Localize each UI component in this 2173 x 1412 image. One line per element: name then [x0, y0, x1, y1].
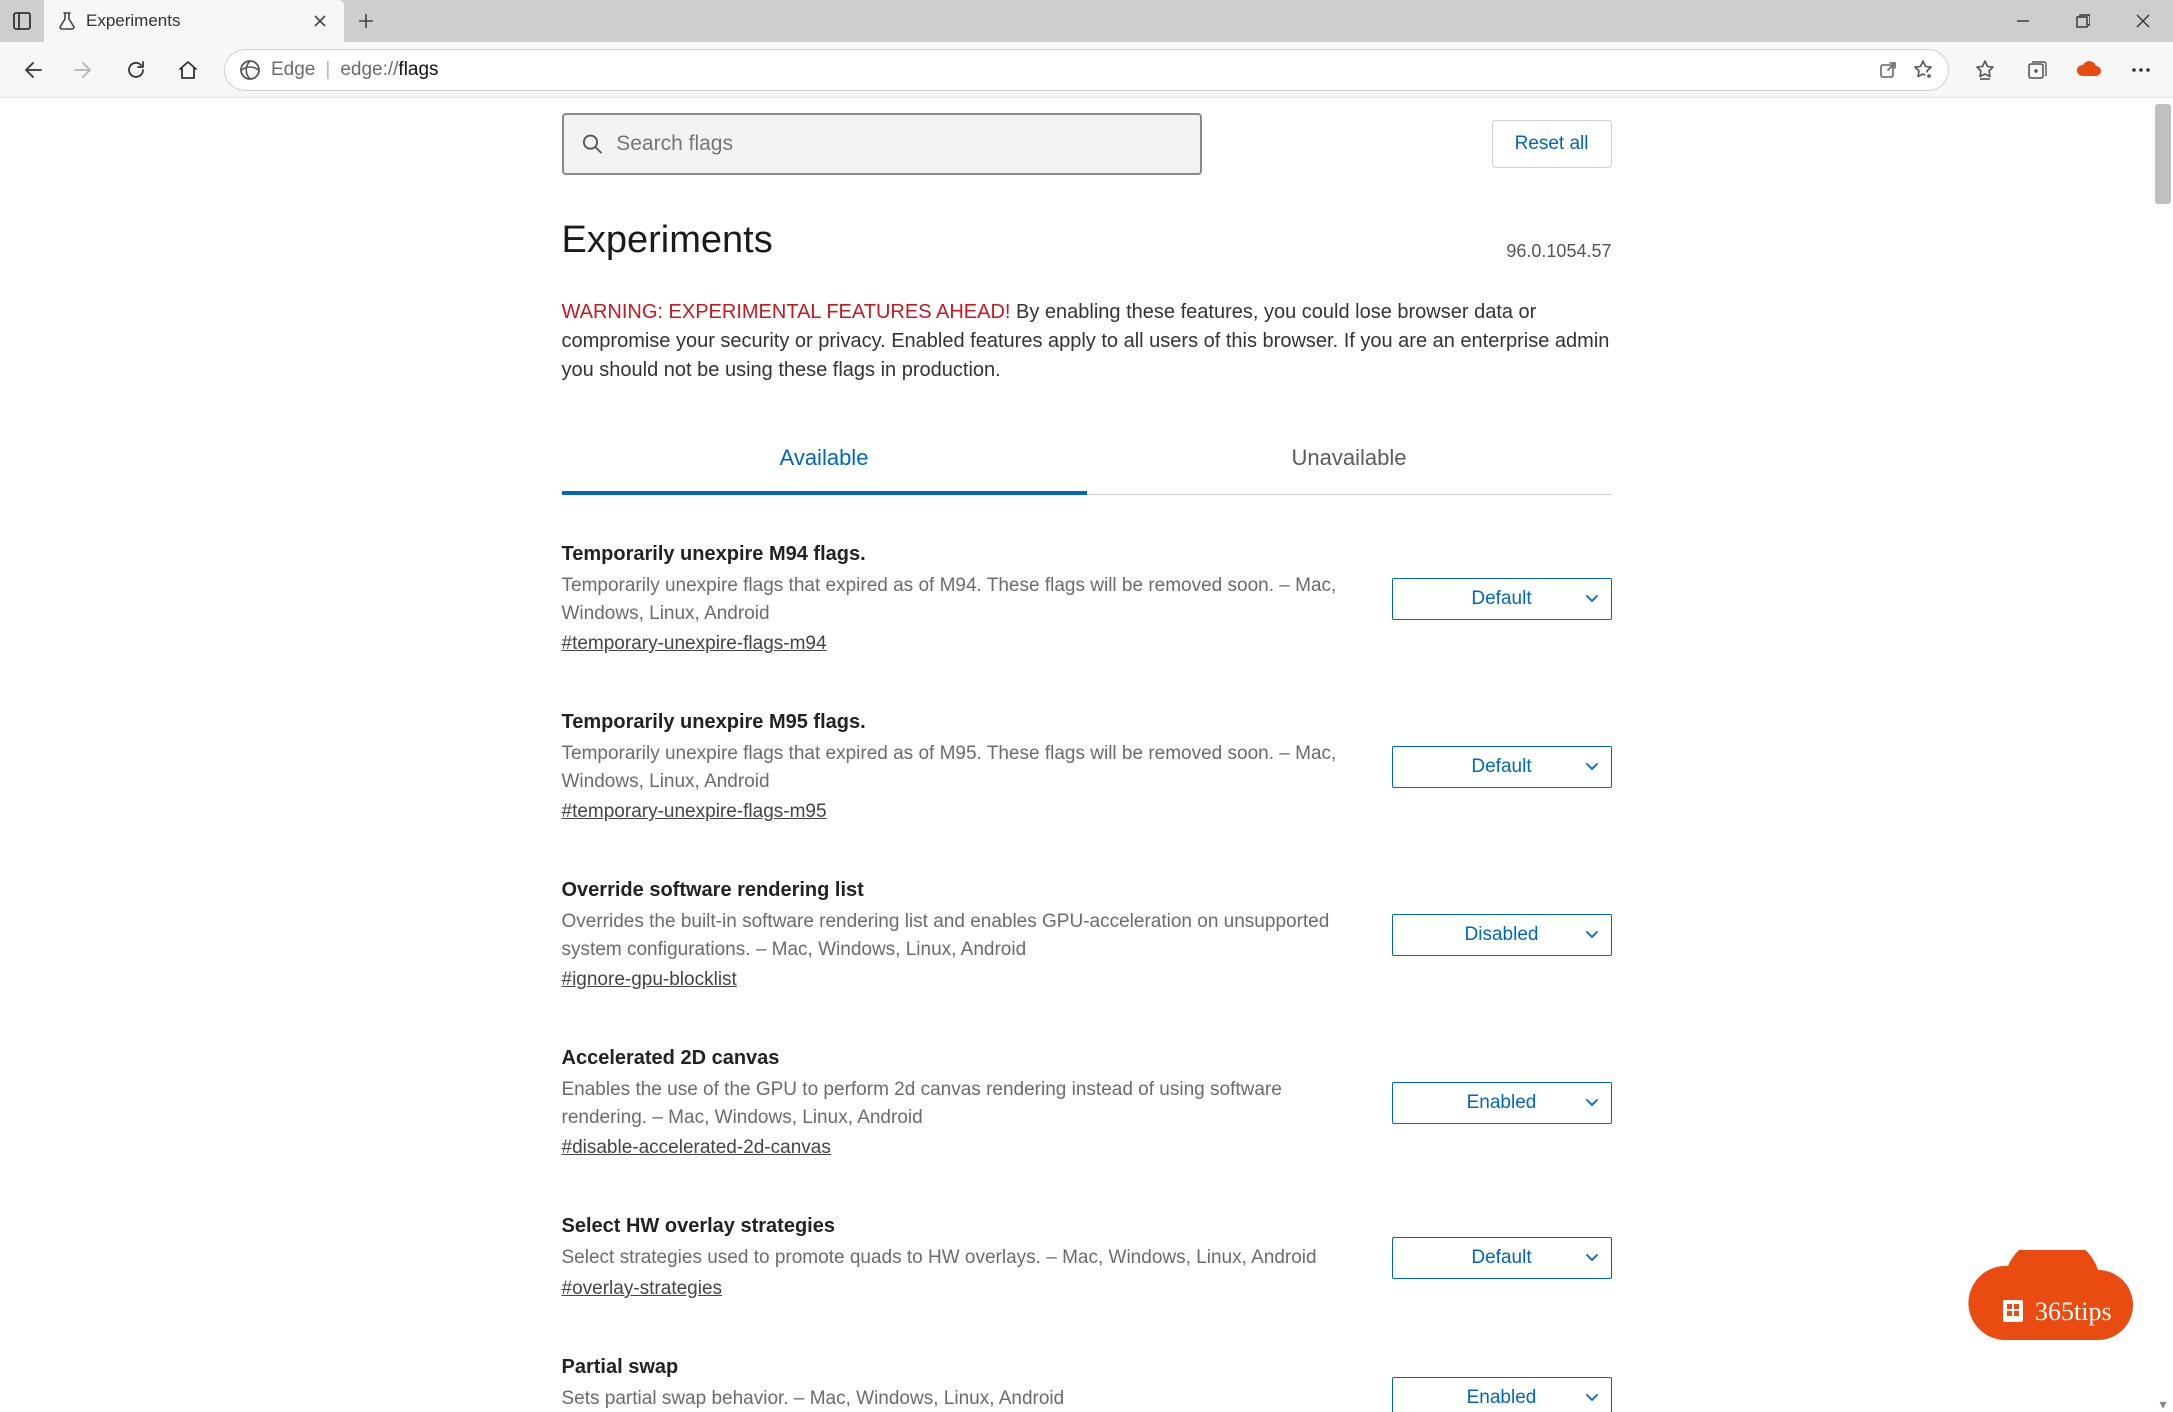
browser-toolbar: Edge|edge://flags	[0, 42, 2173, 98]
favorites-button[interactable]	[1961, 46, 2009, 94]
new-tab-button[interactable]	[344, 0, 388, 42]
close-icon	[2136, 14, 2150, 28]
flag-anchor-link[interactable]: #temporary-unexpire-flags-m95	[562, 801, 827, 822]
address-text: Edge|edge://flags	[271, 59, 439, 81]
browser-tab[interactable]: Experiments	[44, 0, 344, 42]
flag-title: Temporarily unexpire M95 flags.	[562, 711, 1368, 734]
collections-icon	[2026, 59, 2048, 81]
chevron-down-icon	[1585, 1253, 1599, 1263]
flag-row: Accelerated 2D canvas Enables the use of…	[562, 1047, 1612, 1159]
flags-list: Temporarily unexpire M94 flags. Temporar…	[562, 543, 1612, 1412]
flag-title: Temporarily unexpire M94 flags.	[562, 543, 1368, 566]
window-titlebar: Experiments	[0, 0, 2173, 42]
flag-select-value: Enabled	[1467, 1387, 1537, 1409]
maximize-button[interactable]	[2053, 0, 2113, 42]
flag-title: Select HW overlay strategies	[562, 1215, 1368, 1238]
flag-select-value: Default	[1471, 588, 1531, 610]
flag-row: Override software rendering list Overrid…	[562, 879, 1612, 991]
forward-button[interactable]	[60, 46, 108, 94]
flag-select-value: Default	[1471, 756, 1531, 778]
arrow-left-icon	[21, 59, 43, 81]
flag-anchor-link[interactable]: #ignore-gpu-blocklist	[562, 969, 737, 990]
star-plus-icon	[1912, 59, 1934, 81]
flag-description: Select strategies used to promote quads …	[562, 1244, 1368, 1272]
tab-actions-icon	[13, 12, 31, 30]
tab-strip: Available Unavailable	[562, 427, 1612, 495]
flag-title: Partial swap	[562, 1356, 1368, 1379]
search-input[interactable]	[616, 132, 1181, 156]
scroll-down-button[interactable]: ▾	[2155, 1396, 2171, 1412]
tab-actions-button[interactable]	[0, 0, 44, 42]
reset-all-button[interactable]: Reset all	[1492, 120, 1612, 168]
scrollbar-thumb[interactable]	[2155, 104, 2171, 204]
add-favorite-button[interactable]	[1912, 59, 1934, 81]
flag-select[interactable]: Default	[1392, 578, 1612, 620]
flag-select[interactable]: Enabled	[1392, 1082, 1612, 1124]
flag-select[interactable]: Enabled	[1392, 1377, 1612, 1412]
search-icon	[582, 133, 603, 155]
plus-icon	[359, 14, 373, 28]
collections-button[interactable]	[2013, 46, 2061, 94]
menu-button[interactable]	[2117, 46, 2165, 94]
watermark-badge: 365tips	[1963, 1250, 2133, 1362]
star-lines-icon	[1974, 59, 1996, 81]
flag-select[interactable]: Disabled	[1392, 914, 1612, 956]
chevron-down-icon	[1585, 1098, 1599, 1108]
flag-row: Partial swap Sets partial swap behavior.…	[562, 1356, 1612, 1412]
chevron-down-icon	[1585, 762, 1599, 772]
badge-text: 365tips	[2035, 1297, 2112, 1326]
page-title: Experiments	[562, 219, 773, 262]
flag-title: Override software rendering list	[562, 879, 1368, 902]
flag-description: Sets partial swap behavior. – Mac, Windo…	[562, 1385, 1368, 1412]
flag-select-value: Default	[1471, 1247, 1531, 1269]
minimize-button[interactable]	[1993, 0, 2053, 42]
flag-anchor-link[interactable]: #temporary-unexpire-flags-m94	[562, 633, 827, 654]
flag-anchor-link[interactable]: #disable-accelerated-2d-canvas	[562, 1137, 831, 1158]
edge-icon	[239, 59, 261, 81]
flag-select-value: Disabled	[1465, 924, 1539, 946]
flag-description: Temporarily unexpire flags that expired …	[562, 572, 1368, 627]
back-button[interactable]	[8, 46, 56, 94]
home-button[interactable]	[164, 46, 212, 94]
minimize-icon	[2016, 14, 2030, 28]
open-external-icon	[1878, 60, 1898, 80]
tab-close-button[interactable]	[306, 7, 334, 35]
flag-row: Temporarily unexpire M94 flags. Temporar…	[562, 543, 1612, 655]
flask-icon	[58, 11, 76, 31]
flag-title: Accelerated 2D canvas	[562, 1047, 1368, 1070]
chevron-down-icon	[1585, 594, 1599, 604]
warning-text: WARNING: EXPERIMENTAL FEATURES AHEAD! By…	[562, 298, 1612, 385]
chevron-down-icon	[1585, 1393, 1599, 1403]
page-content: ▴ ▾ Reset all Experiments 96.0.1054.57 W…	[0, 98, 2173, 1412]
tab-available[interactable]: Available	[562, 427, 1087, 495]
flag-row: Temporarily unexpire M95 flags. Temporar…	[562, 711, 1612, 823]
address-bar[interactable]: Edge|edge://flags	[224, 49, 1949, 91]
arrow-right-icon	[73, 59, 95, 81]
tab-title: Experiments	[86, 11, 180, 31]
tab-unavailable[interactable]: Unavailable	[1087, 427, 1612, 494]
warning-strong: WARNING: EXPERIMENTAL FEATURES AHEAD!	[562, 301, 1011, 323]
flag-description: Overrides the built-in software renderin…	[562, 908, 1368, 963]
flag-select[interactable]: Default	[1392, 1237, 1612, 1279]
open-external-button[interactable]	[1878, 60, 1898, 80]
close-icon	[314, 15, 326, 27]
maximize-icon	[2076, 14, 2090, 28]
refresh-button[interactable]	[112, 46, 160, 94]
flag-anchor-link[interactable]: #overlay-strategies	[562, 1278, 723, 1299]
search-flags-box[interactable]	[562, 113, 1202, 175]
flag-select-value: Enabled	[1467, 1092, 1537, 1114]
flag-description: Temporarily unexpire flags that expired …	[562, 740, 1368, 795]
ellipsis-icon	[2131, 67, 2151, 73]
flag-row: Select HW overlay strategies Select stra…	[562, 1215, 1612, 1300]
close-window-button[interactable]	[2113, 0, 2173, 42]
version-label: 96.0.1054.57	[1506, 241, 1611, 262]
flag-select[interactable]: Default	[1392, 746, 1612, 788]
cloud-icon	[2076, 60, 2102, 80]
chevron-down-icon	[1585, 930, 1599, 940]
profile-button[interactable]	[2065, 46, 2113, 94]
refresh-icon	[125, 59, 147, 81]
home-icon	[177, 59, 199, 81]
window-controls	[1993, 0, 2173, 42]
flag-description: Enables the use of the GPU to perform 2d…	[562, 1076, 1368, 1131]
